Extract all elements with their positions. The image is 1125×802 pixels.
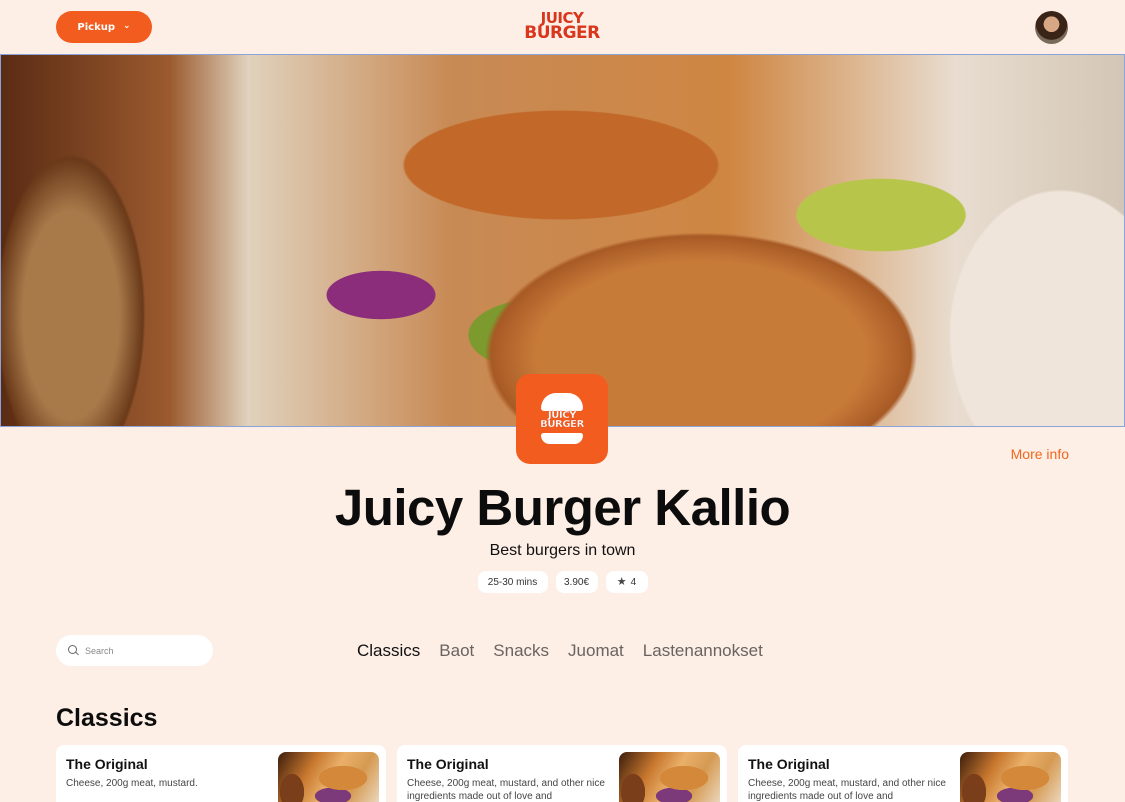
menu-item-name: The Original bbox=[407, 756, 489, 772]
rating-value: 4 bbox=[630, 576, 637, 588]
menu-item-name: The Original bbox=[748, 756, 830, 772]
top-bar: Pickup ⌄ JUICY BURGER bbox=[0, 0, 1125, 54]
star-icon: ★ bbox=[616, 575, 627, 588]
tab-baot[interactable]: Baot bbox=[439, 641, 474, 663]
menu-item-description: Cheese, 200g meat, mustard, and other ni… bbox=[748, 778, 946, 802]
chevron-down-icon: ⌄ bbox=[123, 20, 131, 31]
menu-item-description: Cheese, 200g meat, mustard, and other ni… bbox=[407, 778, 605, 802]
pickup-button[interactable]: Pickup ⌄ bbox=[56, 11, 152, 43]
menu-item-card[interactable]: The Original Cheese, 200g meat, mustard,… bbox=[738, 745, 1068, 802]
menu-item-image bbox=[960, 752, 1061, 802]
menu-item-name: The Original bbox=[66, 756, 148, 772]
delivery-fee-chip: 3.90€ bbox=[555, 571, 598, 593]
menu-item-card[interactable]: The Original Cheese, 200g meat, mustard,… bbox=[397, 745, 727, 802]
brand-logo[interactable]: JUICY BURGER bbox=[521, 11, 603, 45]
menu-item-image bbox=[619, 752, 720, 802]
restaurant-tagline: Best burgers in town bbox=[489, 542, 636, 559]
menu-item-card[interactable]: The Original Cheese, 200g meat, mustard. bbox=[56, 745, 386, 802]
more-info-link[interactable]: More info bbox=[1005, 446, 1069, 466]
restaurant-logo: JUICY BURGER bbox=[516, 374, 608, 464]
delivery-time-chip: 25-30 mins bbox=[477, 571, 548, 593]
tab-juomat[interactable]: Juomat bbox=[568, 641, 624, 663]
hero-image bbox=[0, 54, 1125, 427]
info-chips: 25-30 mins 3.90€ ★ 4 bbox=[0, 571, 1125, 593]
delivery-fee: 3.90€ bbox=[563, 576, 590, 588]
user-avatar[interactable] bbox=[1035, 11, 1068, 44]
search-input[interactable] bbox=[85, 645, 205, 656]
section-title: Classics bbox=[56, 704, 158, 732]
category-tabs: Classics Baot Snacks Juomat Lastenannoks… bbox=[357, 641, 763, 663]
delivery-time: 25-30 mins bbox=[487, 576, 538, 588]
tab-snacks[interactable]: Snacks bbox=[493, 641, 549, 663]
tab-classics[interactable]: Classics bbox=[357, 641, 420, 663]
burger-logo-icon: JUICY BURGER bbox=[540, 393, 584, 445]
menu-item-description: Cheese, 200g meat, mustard. bbox=[66, 778, 198, 789]
brand-line-2: BURGER bbox=[524, 23, 600, 43]
pickup-label: Pickup bbox=[77, 21, 116, 33]
menu-item-image bbox=[278, 752, 379, 802]
restaurant-name: Juicy Burger Kallio bbox=[334, 479, 791, 536]
rating-chip: ★ 4 bbox=[605, 571, 648, 593]
tab-lastenannokset[interactable]: Lastenannokset bbox=[643, 641, 763, 663]
search-icon bbox=[68, 645, 79, 656]
search-box[interactable] bbox=[56, 635, 213, 666]
